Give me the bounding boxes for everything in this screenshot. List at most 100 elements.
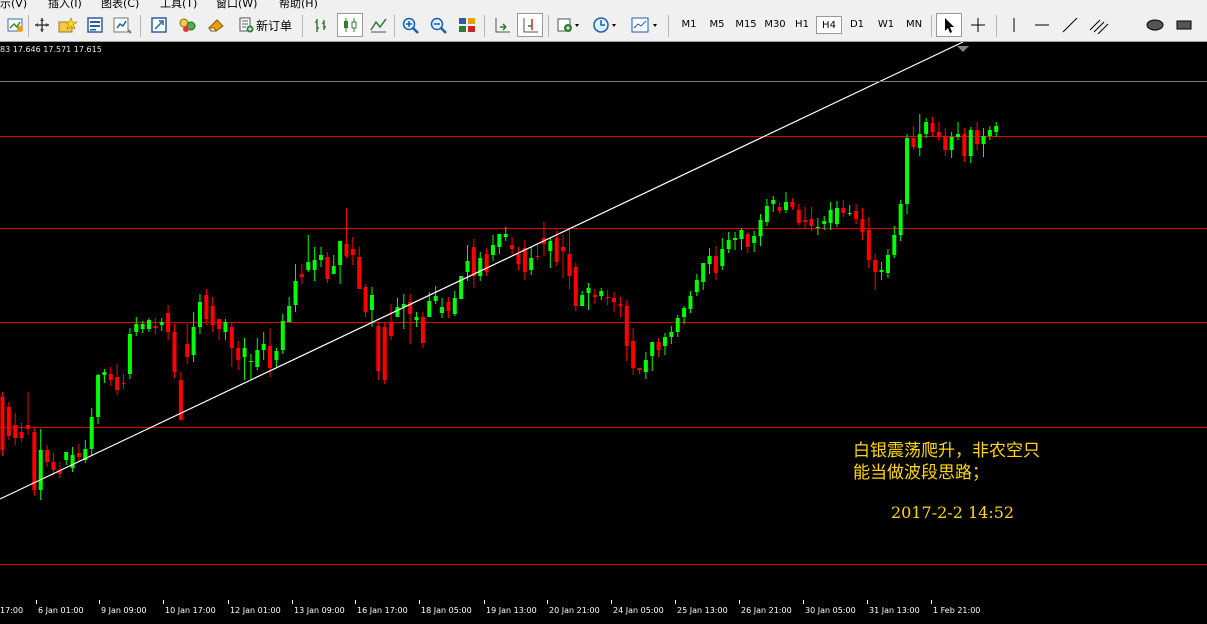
crosshair-move-icon[interactable] [31, 13, 53, 37]
time-tick [99, 600, 100, 604]
experts-icon[interactable] [176, 13, 200, 37]
menu-charts[interactable]: 图表(C) [101, 0, 139, 9]
candle-body [478, 258, 483, 276]
new-chart-icon[interactable] [4, 13, 26, 37]
candle-body [185, 344, 190, 357]
time-label: 18 Jan 05:00 [421, 606, 472, 615]
new-order-button[interactable]: 新订单 [234, 13, 296, 37]
line-chart-icon[interactable] [366, 13, 390, 37]
time-tick [36, 600, 37, 604]
annotation-line-1: 白银震荡爬升，非农空只 [853, 441, 1040, 461]
candle-body [0, 397, 5, 450]
candlestick-chart-icon[interactable] [337, 13, 363, 37]
candle-body [662, 337, 667, 346]
indicators-dropdown[interactable] [554, 13, 584, 37]
tile-windows-icon[interactable] [455, 13, 479, 37]
vertical-line-icon[interactable] [1002, 13, 1026, 37]
zoom-in-icon[interactable] [399, 13, 423, 37]
candle-body [147, 320, 152, 329]
time-tick [547, 600, 548, 604]
candle-body [197, 302, 202, 327]
candle-body [618, 304, 623, 306]
timeframe-m30[interactable]: M30 [761, 16, 789, 34]
candle-body [376, 326, 381, 371]
toolbar-separator [548, 15, 549, 37]
periods-dropdown[interactable] [590, 13, 622, 37]
candle-body [121, 383, 126, 384]
templates-dropdown[interactable] [628, 13, 662, 37]
candle-body [427, 301, 432, 317]
menu-window[interactable]: 窗口(W) [216, 0, 257, 9]
candle-body [866, 230, 871, 260]
candle-body [764, 206, 769, 222]
candle-body [465, 261, 470, 272]
trendline-icon[interactable] [1058, 13, 1082, 37]
toolbar-separator [302, 15, 303, 37]
candle-body [879, 270, 884, 272]
eraser-icon[interactable] [204, 13, 228, 37]
crosshair-icon[interactable] [966, 13, 990, 37]
auto-scroll-icon[interactable] [490, 13, 514, 37]
cursor-icon[interactable] [936, 13, 962, 37]
candle-body [217, 319, 222, 329]
candle-body [535, 256, 540, 257]
time-label: 30 Jan 05:00 [805, 606, 856, 615]
candle-body [637, 368, 642, 370]
timeframe-m5[interactable]: M5 [704, 16, 730, 34]
candle-body [344, 244, 349, 256]
rectangle-icon[interactable] [1172, 13, 1196, 37]
candle-body [815, 227, 820, 228]
timeframe-w1[interactable]: W1 [873, 16, 899, 34]
menu-tools[interactable]: 工具(T) [160, 0, 197, 9]
candle-body [561, 247, 566, 251]
candle-body [752, 236, 757, 243]
expand-window-icon[interactable] [148, 13, 170, 37]
candle-body [89, 417, 94, 449]
candle-body [809, 219, 814, 226]
candle-body [720, 249, 725, 266]
timeframe-m1[interactable]: M1 [676, 16, 702, 34]
zoom-out-icon[interactable] [427, 13, 451, 37]
favorites-star-icon[interactable] [56, 13, 80, 37]
candle-body [771, 200, 776, 204]
menu-insert[interactable]: 插入(I) [48, 0, 82, 9]
candle-body [319, 255, 323, 260]
equidistant-channel-icon[interactable] [1086, 13, 1112, 37]
chart-shift-icon[interactable] [517, 13, 543, 37]
timeframe-mn[interactable]: MN [901, 16, 927, 34]
bar-chart-icon[interactable] [310, 13, 334, 37]
data-window-icon[interactable] [110, 13, 134, 37]
timeframe-m15[interactable]: M15 [732, 16, 760, 34]
candle-body [115, 377, 120, 390]
time-axis: 17:00 6 Jan 01:00 9 Jan 09:00 10 Jan 17:… [0, 600, 1207, 624]
time-tick [931, 600, 932, 604]
candle-body [841, 208, 846, 213]
candle-body [325, 257, 330, 279]
candle-body [694, 280, 699, 292]
candle-body [96, 375, 101, 417]
candle-body [726, 240, 731, 249]
timeframe-h4[interactable]: H4 [816, 16, 842, 34]
timeframe-h1[interactable]: H1 [790, 16, 814, 34]
time-tick [739, 600, 740, 604]
candle-body [554, 238, 559, 262]
menu-help[interactable]: 帮助(H) [279, 0, 318, 9]
price-chart[interactable]: 83 17.646 17.571 17.615 白银震荡爬升，非农空只 能当做波… [0, 42, 1207, 600]
ellipse-icon[interactable] [1140, 13, 1170, 37]
time-tick [484, 600, 485, 604]
candle-body [828, 210, 833, 223]
time-tick [292, 600, 293, 604]
candle-body [573, 267, 578, 306]
candle-body [108, 374, 113, 380]
candle-body [911, 138, 916, 147]
time-label: 9 Jan 09:00 [101, 606, 147, 615]
market-watch-icon[interactable] [84, 13, 106, 37]
horizontal-line-icon[interactable] [1030, 13, 1054, 37]
time-tick [803, 600, 804, 604]
menu-view[interactable]: 示(V) [0, 0, 27, 9]
candle-body [936, 132, 941, 137]
chevron-down-icon [575, 24, 579, 27]
candle-body [968, 130, 973, 156]
timeframe-d1[interactable]: D1 [845, 16, 869, 34]
candle-body [497, 234, 502, 247]
